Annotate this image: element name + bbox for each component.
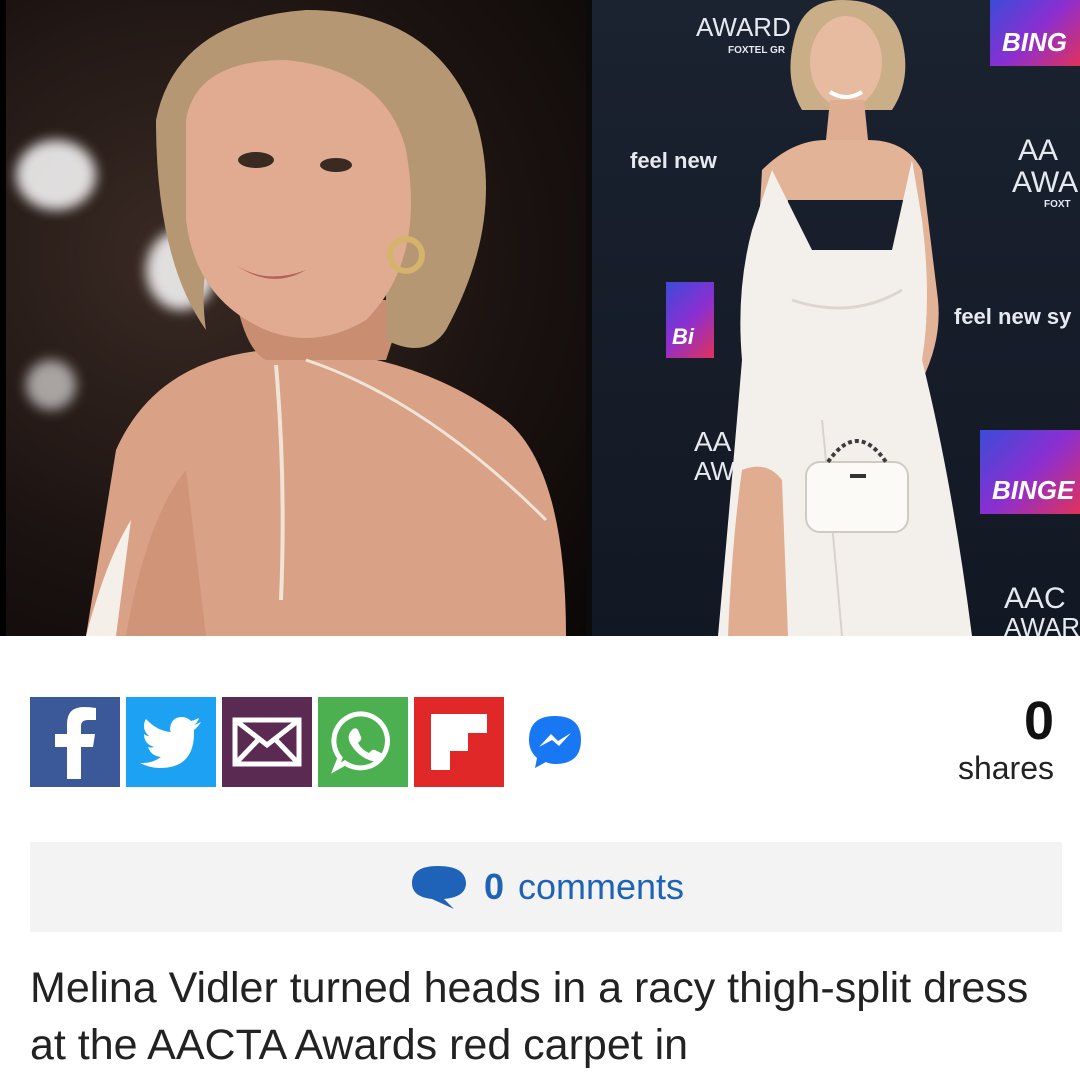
speech-bubble-icon [411, 866, 466, 909]
whatsapp-icon [331, 711, 390, 774]
flipboard-icon [431, 714, 487, 770]
facebook-icon [55, 707, 96, 779]
portrait-figure [86, 10, 566, 636]
messenger-share-button[interactable] [510, 697, 600, 787]
share-count-label: shares [957, 750, 1054, 786]
email-share-button[interactable] [222, 697, 312, 787]
standing-figure [718, 0, 972, 636]
hero-image-area: AWARD FOXTEL GR BING feel new AA AWA FOX… [0, 0, 1080, 636]
share-buttons [30, 697, 600, 787]
portrait-photo [6, 0, 586, 636]
share-count: 0 shares [958, 692, 1054, 786]
envelope-icon [232, 717, 302, 767]
whatsapp-share-button[interactable] [318, 697, 408, 787]
messenger-icon [529, 716, 581, 768]
comments-link[interactable]: 0 comments [30, 842, 1062, 932]
article-lead-paragraph: Melina Vidler turned heads in a racy thi… [30, 964, 1029, 1069]
share-count-number: 0 [1023, 691, 1054, 751]
flipboard-share-button[interactable] [414, 697, 504, 787]
twitter-bird-icon [140, 717, 201, 768]
facebook-share-button[interactable] [30, 697, 120, 787]
comments-label: comments [517, 866, 685, 907]
comments-count: 0 [483, 866, 504, 907]
twitter-share-button[interactable] [126, 697, 216, 787]
red-carpet-photo: AWARD FOXTEL GR BING feel new AA AWA FOX… [592, 0, 1080, 636]
